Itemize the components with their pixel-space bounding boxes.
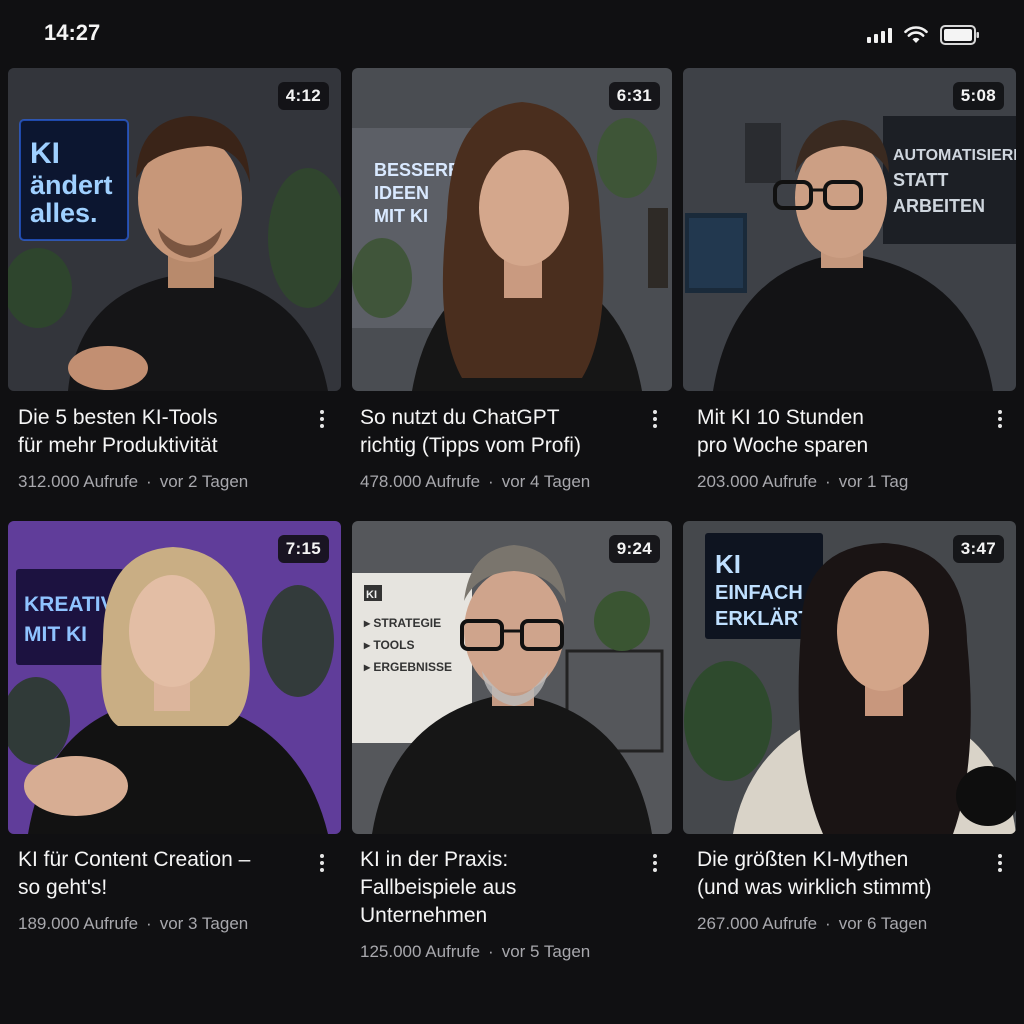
svg-text:▸ TOOLS: ▸ TOOLS (363, 638, 414, 652)
video-duration-badge: 9:24 (608, 535, 660, 563)
video-stats: 312.000 Aufrufe · vor 2 Tagen (18, 472, 249, 491)
video-stats: 478.000 Aufrufe · vor 4 Tagen (360, 472, 591, 491)
more-options-icon[interactable] (990, 404, 1010, 434)
video-thumbnail[interactable]: KI ▸ STRATEGIE ▸ TOOLS ▸ ERGEBNISSE 9:24 (352, 521, 672, 834)
view-count: 312.000 Aufrufe (18, 472, 139, 491)
svg-text:▸ ERGEBNISSE: ▸ ERGEBNISSE (363, 660, 452, 674)
upload-age: vor 2 Tagen (159, 472, 249, 491)
video-duration-badge: 6:31 (608, 82, 660, 110)
svg-text:KI: KI (715, 549, 741, 579)
thumbnail-image: KI ändert alles. (8, 68, 341, 391)
svg-text:ARBEITEN: ARBEITEN (893, 196, 985, 216)
video-title-line: Fallbeispiele aus Unternehmen (360, 876, 517, 927)
video-title-line: pro Woche sparen (697, 434, 869, 457)
more-options-icon[interactable] (645, 404, 665, 434)
video-title[interactable]: Mit KI 10 Stunden pro Woche sparen (697, 404, 977, 460)
video-thumbnail[interactable]: BESSERE IDEEN MIT KI 6:31 (352, 68, 672, 391)
more-options-icon[interactable] (312, 848, 332, 878)
video-title-line: so geht's! (18, 876, 108, 899)
svg-text:MIT KI: MIT KI (374, 206, 428, 226)
video-title-line: KI für Content Creation – (18, 848, 251, 871)
upload-age: vor 4 Tagen (501, 472, 591, 491)
svg-text:KI: KI (30, 137, 60, 170)
view-count: 189.000 Aufrufe (18, 914, 139, 933)
video-duration-badge: 7:15 (277, 535, 329, 563)
video-title[interactable]: Die 5 besten KI-Tools für mehr Produktiv… (18, 404, 298, 460)
thumbnail-image: KI EINFACH ERKLÄRT (683, 521, 1016, 834)
svg-text:IDEEN: IDEEN (374, 183, 429, 203)
video-meta: Mit KI 10 Stunden pro Woche sparen 203.0… (697, 404, 977, 492)
video-stats: 267.000 Aufrufe · vor 6 Tagen (697, 914, 928, 933)
video-thumbnail[interactable]: KREATIV MIT KI 7:15 (8, 521, 341, 834)
video-title[interactable]: Die größten KI-Mythen (und was wirklich … (697, 846, 977, 902)
video-thumbnail[interactable]: KI EINFACH ERKLÄRT 3:47 (683, 521, 1016, 834)
video-duration-badge: 5:08 (952, 82, 1004, 110)
video-meta: KI in der Praxis: Fallbeispiele aus Unte… (360, 846, 640, 962)
view-count: 125.000 Aufrufe (360, 942, 481, 961)
video-title-line: Die 5 besten KI-Tools (18, 406, 218, 429)
video-title-line: KI in der Praxis: (360, 848, 509, 871)
view-count: 478.000 Aufrufe (360, 472, 481, 491)
svg-text:BESSERE: BESSERE (374, 160, 460, 180)
view-count: 203.000 Aufrufe (697, 472, 818, 491)
video-title-line: Die größten KI-Mythen (697, 848, 909, 871)
video-stats: 189.000 Aufrufe · vor 3 Tagen (18, 914, 249, 933)
video-title-line: (und was wirklich stimmt) (697, 876, 932, 899)
thumbnail-image: KI ▸ STRATEGIE ▸ TOOLS ▸ ERGEBNISSE (352, 521, 672, 834)
video-title-line: Mit KI 10 Stunden (697, 406, 864, 429)
more-options-icon[interactable] (645, 848, 665, 878)
svg-text:MIT KI: MIT KI (24, 623, 87, 646)
video-duration-badge: 4:12 (277, 82, 329, 110)
svg-text:AUTOMATISIEREN: AUTOMATISIEREN (893, 147, 1016, 164)
view-count: 267.000 Aufrufe (697, 914, 818, 933)
upload-age: vor 6 Tagen (838, 914, 928, 933)
video-duration-badge: 3:47 (952, 535, 1004, 563)
svg-text:KI: KI (366, 589, 377, 601)
video-meta: So nutzt du ChatGPT richtig (Tipps vom P… (360, 404, 640, 492)
svg-text:KREATIV: KREATIV (24, 593, 115, 616)
video-title-line: für mehr Produktivität (18, 434, 218, 457)
video-title[interactable]: So nutzt du ChatGPT richtig (Tipps vom P… (360, 404, 640, 460)
upload-age: vor 3 Tagen (159, 914, 249, 933)
video-stats: 203.000 Aufrufe · vor 1 Tag (697, 472, 909, 491)
more-options-icon[interactable] (312, 404, 332, 434)
thumbnail-image: BESSERE IDEEN MIT KI (352, 68, 672, 391)
upload-age: vor 1 Tag (838, 472, 909, 491)
svg-text:STATT: STATT (893, 170, 948, 190)
video-grid: KI ändert alles. 4:12 Die 5 besten KI-To… (0, 0, 1024, 1024)
svg-text:ERKLÄRT: ERKLÄRT (715, 607, 811, 630)
svg-text:▸ STRATEGIE: ▸ STRATEGIE (363, 616, 441, 630)
svg-text:ändert: ändert (30, 170, 113, 200)
video-title[interactable]: KI in der Praxis: Fallbeispiele aus Unte… (360, 846, 640, 930)
video-title-line: richtig (Tipps vom Profi) (360, 434, 581, 457)
thumbnail-image: AUTOMATISIEREN STATT ARBEITEN (683, 68, 1016, 391)
thumbnail-image: KREATIV MIT KI (8, 521, 341, 834)
video-title-line: So nutzt du ChatGPT (360, 406, 560, 429)
video-meta: Die größten KI-Mythen (und was wirklich … (697, 846, 977, 934)
video-thumbnail[interactable]: KI ändert alles. 4:12 (8, 68, 341, 391)
video-title[interactable]: KI für Content Creation – so geht's! (18, 846, 298, 902)
video-thumbnail[interactable]: AUTOMATISIEREN STATT ARBEITEN 5:08 (683, 68, 1016, 391)
svg-text:EINFACH: EINFACH (715, 582, 803, 604)
upload-age: vor 5 Tagen (501, 942, 591, 961)
video-meta: Die 5 besten KI-Tools für mehr Produktiv… (18, 404, 298, 492)
svg-text:alles.: alles. (30, 198, 98, 228)
more-options-icon[interactable] (990, 848, 1010, 878)
video-stats: 125.000 Aufrufe · vor 5 Tagen (360, 942, 591, 961)
video-meta: KI für Content Creation – so geht's! 189… (18, 846, 298, 934)
